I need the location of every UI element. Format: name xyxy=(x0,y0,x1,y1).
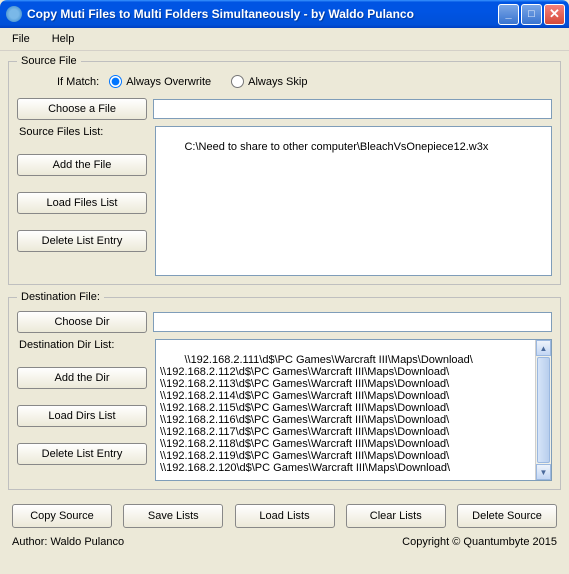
maximize-button[interactable]: □ xyxy=(521,4,542,25)
menu-file[interactable]: File xyxy=(8,31,34,47)
save-lists-button[interactable]: Save Lists xyxy=(123,504,223,528)
author-label: Author: Waldo Pulanco xyxy=(12,536,124,548)
app-icon xyxy=(6,6,22,22)
load-lists-button[interactable]: Load Lists xyxy=(235,504,335,528)
minimize-button[interactable]: _ xyxy=(498,4,519,25)
scroll-up-button[interactable]: ▲ xyxy=(536,340,551,356)
maximize-icon: □ xyxy=(528,8,535,20)
choose-file-button[interactable]: Choose a File xyxy=(17,98,147,120)
destination-legend: Destination File: xyxy=(17,291,104,303)
menubar: File Help xyxy=(0,28,569,51)
clear-lists-button[interactable]: Clear Lists xyxy=(346,504,446,528)
source-files-listbox[interactable]: C:\Need to share to other computer\Bleac… xyxy=(155,126,552,276)
close-icon: ✕ xyxy=(549,6,560,22)
bottom-toolbar: Copy Source Save Lists Load Lists Clear … xyxy=(0,498,569,532)
scroll-down-button[interactable]: ▼ xyxy=(536,464,551,480)
copyright-label: Copyright © Quantumbyte 2015 xyxy=(402,536,557,548)
footer: Author: Waldo Pulanco Copyright © Quantu… xyxy=(0,532,569,552)
delete-source-button[interactable]: Delete Source xyxy=(457,504,557,528)
menu-help[interactable]: Help xyxy=(48,31,79,47)
load-files-list-button[interactable]: Load Files List xyxy=(17,192,147,214)
scroll-thumb[interactable] xyxy=(537,357,550,463)
radio-always-overwrite[interactable]: Always Overwrite xyxy=(109,75,211,88)
delete-source-entry-button[interactable]: Delete List Entry xyxy=(17,230,147,252)
radio-overwrite-label: Always Overwrite xyxy=(126,76,211,88)
add-file-button[interactable]: Add the File xyxy=(17,154,147,176)
copy-source-button[interactable]: Copy Source xyxy=(12,504,112,528)
scrollbar[interactable]: ▲ ▼ xyxy=(535,340,551,480)
if-match-label: If Match: xyxy=(57,76,99,88)
chevron-down-icon: ▼ xyxy=(540,468,548,477)
radio-always-skip[interactable]: Always Skip xyxy=(231,75,307,88)
minimize-icon: _ xyxy=(505,8,511,20)
choose-dir-button[interactable]: Choose Dir xyxy=(17,311,147,333)
chevron-up-icon: ▲ xyxy=(540,344,548,353)
dest-dir-list-content: \\192.168.2.111\d$\PC Games\Warcraft III… xyxy=(160,354,473,474)
source-fieldset: Source File If Match: Always Overwrite A… xyxy=(8,55,561,285)
close-button[interactable]: ✕ xyxy=(544,4,565,25)
destination-fieldset: Destination File: Choose Dir Destination… xyxy=(8,291,561,490)
dest-dir-input[interactable] xyxy=(153,312,552,332)
delete-dest-entry-button[interactable]: Delete List Entry xyxy=(17,443,147,465)
dest-dir-listbox[interactable]: \\192.168.2.111\d$\PC Games\Warcraft III… xyxy=(155,339,552,481)
load-dirs-list-button[interactable]: Load Dirs List xyxy=(17,405,147,427)
titlebar[interactable]: Copy Muti Files to Multi Folders Simulta… xyxy=(0,0,569,28)
window-title: Copy Muti Files to Multi Folders Simulta… xyxy=(27,7,498,21)
add-dir-button[interactable]: Add the Dir xyxy=(17,367,147,389)
source-files-list-content: C:\Need to share to other computer\Bleac… xyxy=(184,141,488,153)
radio-overwrite-input[interactable] xyxy=(109,75,122,88)
dest-dir-list-label: Destination Dir List: xyxy=(17,339,147,351)
source-legend: Source File xyxy=(17,55,81,67)
source-file-input[interactable] xyxy=(153,99,552,119)
radio-skip-input[interactable] xyxy=(231,75,244,88)
source-files-list-label: Source Files List: xyxy=(17,126,147,138)
radio-skip-label: Always Skip xyxy=(248,76,307,88)
